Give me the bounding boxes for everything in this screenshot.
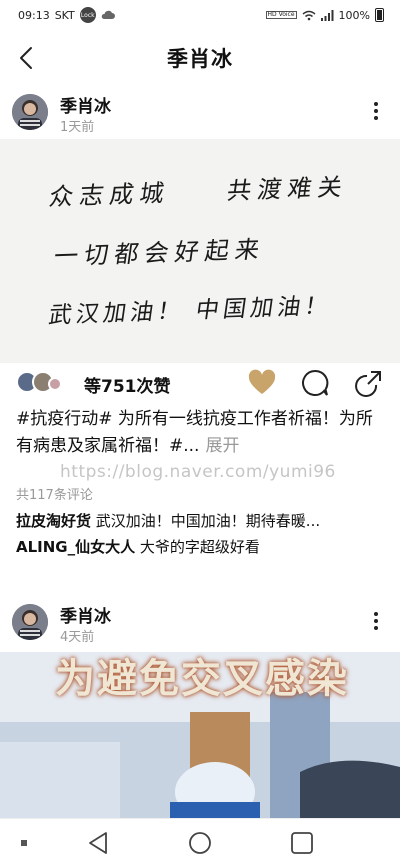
handwriting-line: 一切都会好起来 xyxy=(52,235,268,271)
post-actions: 等751次赞 xyxy=(0,364,400,404)
comment-text: 武汉加油！中国加油！期待春暖... xyxy=(95,512,321,530)
avatar xyxy=(48,377,62,391)
avatar[interactable] xyxy=(12,94,48,130)
lock-icon: Lock xyxy=(79,7,96,23)
post-time: 4天前 xyxy=(60,630,95,645)
comment-count[interactable]: 共117条评论 xyxy=(16,484,93,503)
more-options-button[interactable] xyxy=(366,98,386,124)
back-icon[interactable] xyxy=(84,829,112,857)
comment-item[interactable]: ALING_仙女大人 大爷的字超级好看 xyxy=(16,536,260,557)
video-overlay-text: 为避免交叉感染 xyxy=(55,656,349,702)
post-header: 季肖冰 4天前 xyxy=(0,600,400,648)
liker-avatars[interactable] xyxy=(16,371,62,393)
watermark: https://blog.naver.com/yumi96 xyxy=(60,462,336,482)
comment-icon[interactable] xyxy=(300,368,330,398)
battery-icon xyxy=(375,8,384,22)
menu-dot-icon[interactable] xyxy=(16,835,32,851)
post-caption[interactable]: #抗疫行动# 为所有一线抗疫工作者祈福！为所有病患及家属祈福！#... 展开 xyxy=(16,406,388,460)
author-name[interactable]: 季肖冰 xyxy=(60,92,111,117)
battery-percent: 100% xyxy=(338,8,370,22)
heart-icon[interactable] xyxy=(247,368,277,398)
signal-icon xyxy=(320,9,334,21)
comment-item[interactable]: 拉皮淘好货 武汉加油！中国加油！期待春暖... xyxy=(16,510,320,531)
status-carrier: SKT xyxy=(54,8,75,22)
handwriting-line: 武汉加油！ 中国加油！ xyxy=(46,293,334,329)
avatar[interactable] xyxy=(12,604,48,640)
recent-apps-icon[interactable] xyxy=(288,829,316,857)
expand-link[interactable]: 展开 xyxy=(205,436,239,456)
cloud-icon xyxy=(101,10,115,19)
comment-text: 大爷的字超级好看 xyxy=(139,538,260,556)
system-nav-bar xyxy=(0,818,400,866)
post-time: 1天前 xyxy=(60,120,95,135)
home-icon[interactable] xyxy=(186,829,214,857)
more-options-button[interactable] xyxy=(366,608,386,634)
wifi-icon xyxy=(302,10,316,20)
status-bar: 09:13 SKT Lock HD Voice 100% xyxy=(0,0,400,30)
comment-user[interactable]: 拉皮淘好货 xyxy=(16,512,91,530)
caption-text: #抗疫行动# 为所有一线抗疫工作者祈福！为所有病患及家属祈福！#... xyxy=(16,409,373,456)
comment-user[interactable]: ALING_仙女大人 xyxy=(16,538,135,556)
hd-voice-icon: HD Voice xyxy=(265,11,297,19)
handwriting-line: 众志成城 xyxy=(47,178,172,212)
page-title: 季肖冰 xyxy=(167,47,233,71)
post-image[interactable]: 众志成城 共渡难关 一切都会好起来 武汉加油！ 中国加油！ xyxy=(0,139,400,363)
back-button[interactable] xyxy=(10,42,42,74)
handwriting-line: 共渡难关 xyxy=(225,172,350,206)
author-name[interactable]: 季肖冰 xyxy=(60,602,111,627)
back-arrow-icon xyxy=(20,47,32,69)
status-time: 09:13 xyxy=(18,8,50,22)
post-header: 季肖冰 1天前 xyxy=(0,90,400,138)
title-bar: 季肖冰 xyxy=(0,30,400,86)
share-icon[interactable] xyxy=(354,368,384,398)
like-count[interactable]: 等751次赞 xyxy=(84,372,171,397)
post-image[interactable]: 为避免交叉感染 xyxy=(0,652,400,818)
